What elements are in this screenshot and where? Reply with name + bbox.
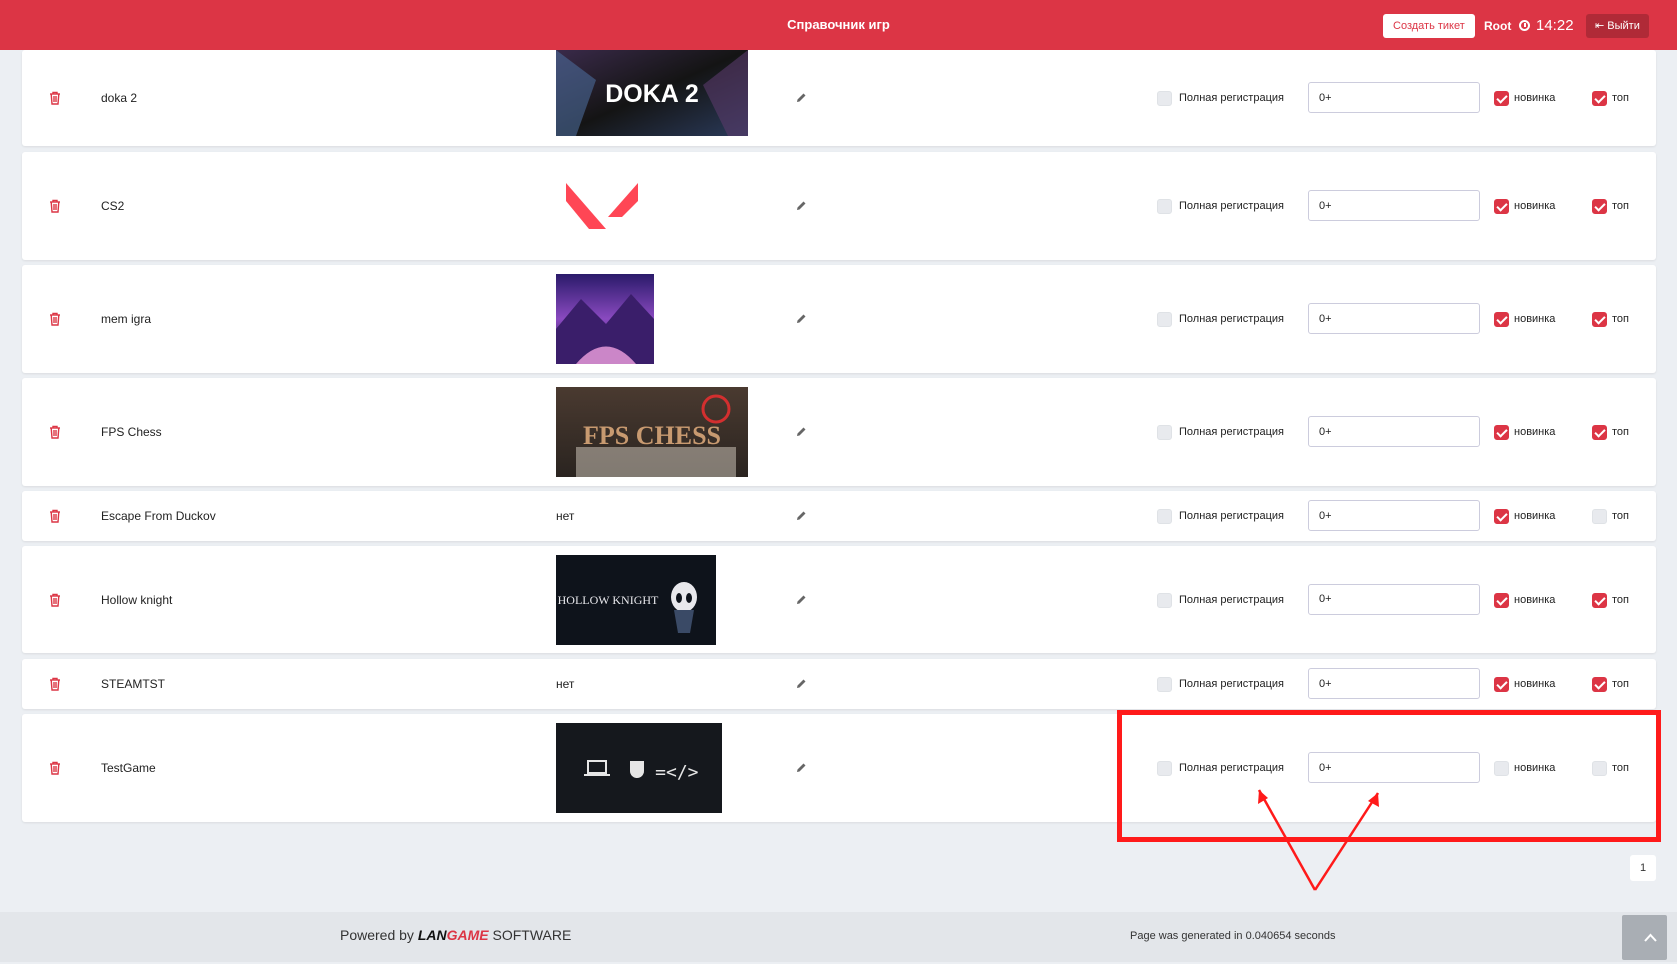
annotation-arrow-right [1313, 792, 1380, 891]
logout-label: Выйти [1607, 20, 1640, 32]
clock-icon [1519, 20, 1530, 31]
clock-time: 14:22 [1536, 17, 1574, 34]
annotation-arrow-left [1257, 789, 1317, 891]
top-bar: Справочник игр Создать тикет Root 14:22 … [0, 0, 1677, 50]
create-ticket-button[interactable]: Создать тикет [1383, 14, 1475, 38]
logout-icon: ⇤ [1595, 20, 1605, 32]
annotation-arrows [1257, 789, 1380, 891]
logout-button[interactable]: ⇤ Выйти [1586, 14, 1649, 38]
clock: 14:22 [1519, 17, 1574, 34]
user-name[interactable]: Root [1484, 19, 1511, 33]
